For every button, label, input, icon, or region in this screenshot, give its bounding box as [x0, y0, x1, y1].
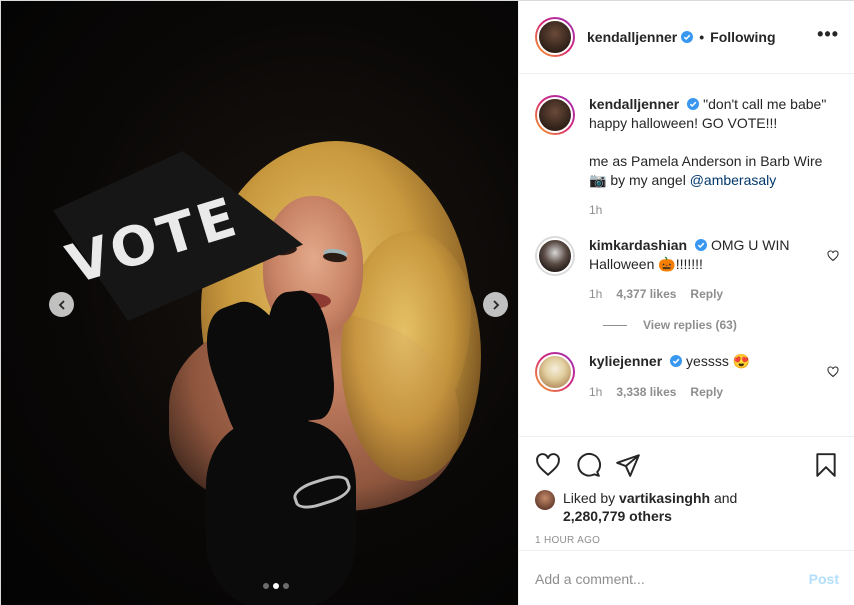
reply-button[interactable]: Reply — [690, 285, 723, 304]
comment-item: kyliejenner yessss 😍 1h 3,338 likes Repl… — [535, 352, 839, 402]
author-avatar[interactable] — [535, 17, 575, 57]
more-options-button[interactable]: ••• — [817, 24, 839, 51]
next-button[interactable] — [483, 292, 508, 317]
replies-divider — [603, 324, 627, 326]
following-button[interactable]: Following — [710, 29, 775, 45]
avatar-image — [537, 19, 573, 55]
comment-emoji: 🎃 — [658, 256, 676, 272]
avatar-image — [537, 354, 573, 390]
heart-icon[interactable] — [827, 366, 839, 378]
author-username[interactable]: kendalljenner — [587, 29, 677, 45]
header-separator: • — [699, 29, 705, 45]
post-sidebar: kendalljenner • Following ••• kendalljen… — [518, 1, 854, 605]
chevron-right-icon — [492, 299, 499, 310]
comment-input[interactable] — [535, 570, 809, 587]
post-media[interactable]: VOTE — [1, 1, 518, 605]
comments-section[interactable]: kendalljenner "don't call me babe" happy… — [519, 74, 854, 436]
add-comment-bar: Post — [519, 550, 854, 605]
photo-arm — [206, 421, 356, 605]
commenter-username[interactable]: kimkardashian — [589, 237, 687, 253]
avatar-image — [537, 238, 573, 274]
liked-by: Liked by vartikasinghh and 2,280,779 oth… — [535, 489, 839, 525]
post-actions: Liked by vartikasinghh and 2,280,779 oth… — [519, 436, 854, 546]
camera-emoji: 📷 — [589, 172, 607, 188]
verified-icon — [681, 31, 694, 43]
post-modal: VOTE kendalljenner • Following ••• kenda… — [0, 0, 854, 605]
comment-icon[interactable] — [575, 452, 601, 478]
commenter-username[interactable]: kyliejenner — [589, 353, 662, 369]
caption-time[interactable]: 1h — [589, 201, 602, 220]
comment-emoji: 😍 — [732, 353, 751, 369]
caption-avatar[interactable] — [535, 95, 575, 135]
carousel-dot — [283, 583, 289, 589]
heart-icon[interactable] — [535, 452, 561, 478]
previous-button[interactable] — [49, 292, 74, 317]
share-icon[interactable] — [615, 452, 641, 478]
comment-text: yessss — [686, 353, 729, 369]
post-button[interactable]: Post — [809, 571, 839, 587]
comment-time[interactable]: 1h — [589, 285, 602, 304]
commenter-avatar[interactable] — [535, 236, 575, 276]
carousel-dots — [263, 583, 289, 589]
comment-likes[interactable]: 3,338 likes — [616, 383, 676, 402]
bookmark-icon[interactable] — [813, 452, 839, 478]
heart-icon[interactable] — [827, 250, 839, 262]
liked-by-and: and — [713, 490, 738, 506]
reply-button[interactable]: Reply — [690, 383, 723, 402]
comment-likes[interactable]: 4,377 likes — [616, 285, 676, 304]
post-timestamp[interactable]: 1 HOUR AGO — [535, 535, 839, 546]
mention-link[interactable]: @amberasaly — [690, 172, 777, 188]
carousel-dot-active — [273, 583, 279, 589]
likes-count[interactable]: 2,280,779 others — [563, 508, 672, 524]
action-icons — [535, 445, 839, 485]
view-replies-label: View replies (63) — [643, 318, 737, 332]
carousel-dot — [263, 583, 269, 589]
comment-text-suffix: !!!!!!! — [675, 256, 703, 272]
comment-item: kimkardashian OMG U WIN Halloween 🎃!!!!!… — [535, 236, 839, 304]
comment-time[interactable]: 1h — [589, 383, 602, 402]
verified-icon — [670, 355, 683, 367]
post-header: kendalljenner • Following ••• — [519, 1, 854, 74]
liker-avatar[interactable] — [535, 490, 555, 510]
commenter-avatar[interactable] — [535, 352, 575, 392]
liked-by-prefix: Liked by — [563, 490, 616, 506]
avatar-image — [537, 97, 573, 133]
verified-icon — [687, 98, 700, 110]
view-replies-button[interactable]: View replies (63) — [603, 318, 839, 332]
caption: kendalljenner "don't call me babe" happy… — [535, 95, 839, 220]
verified-icon — [695, 239, 708, 251]
chevron-left-icon — [58, 299, 65, 310]
caption-username[interactable]: kendalljenner — [589, 96, 679, 112]
liker-username[interactable]: vartikasinghh — [619, 490, 710, 506]
caption-text-line2: me as Pamela Anderson in Barb Wire — [589, 153, 823, 169]
caption-text-credit: by my angel — [610, 172, 686, 188]
